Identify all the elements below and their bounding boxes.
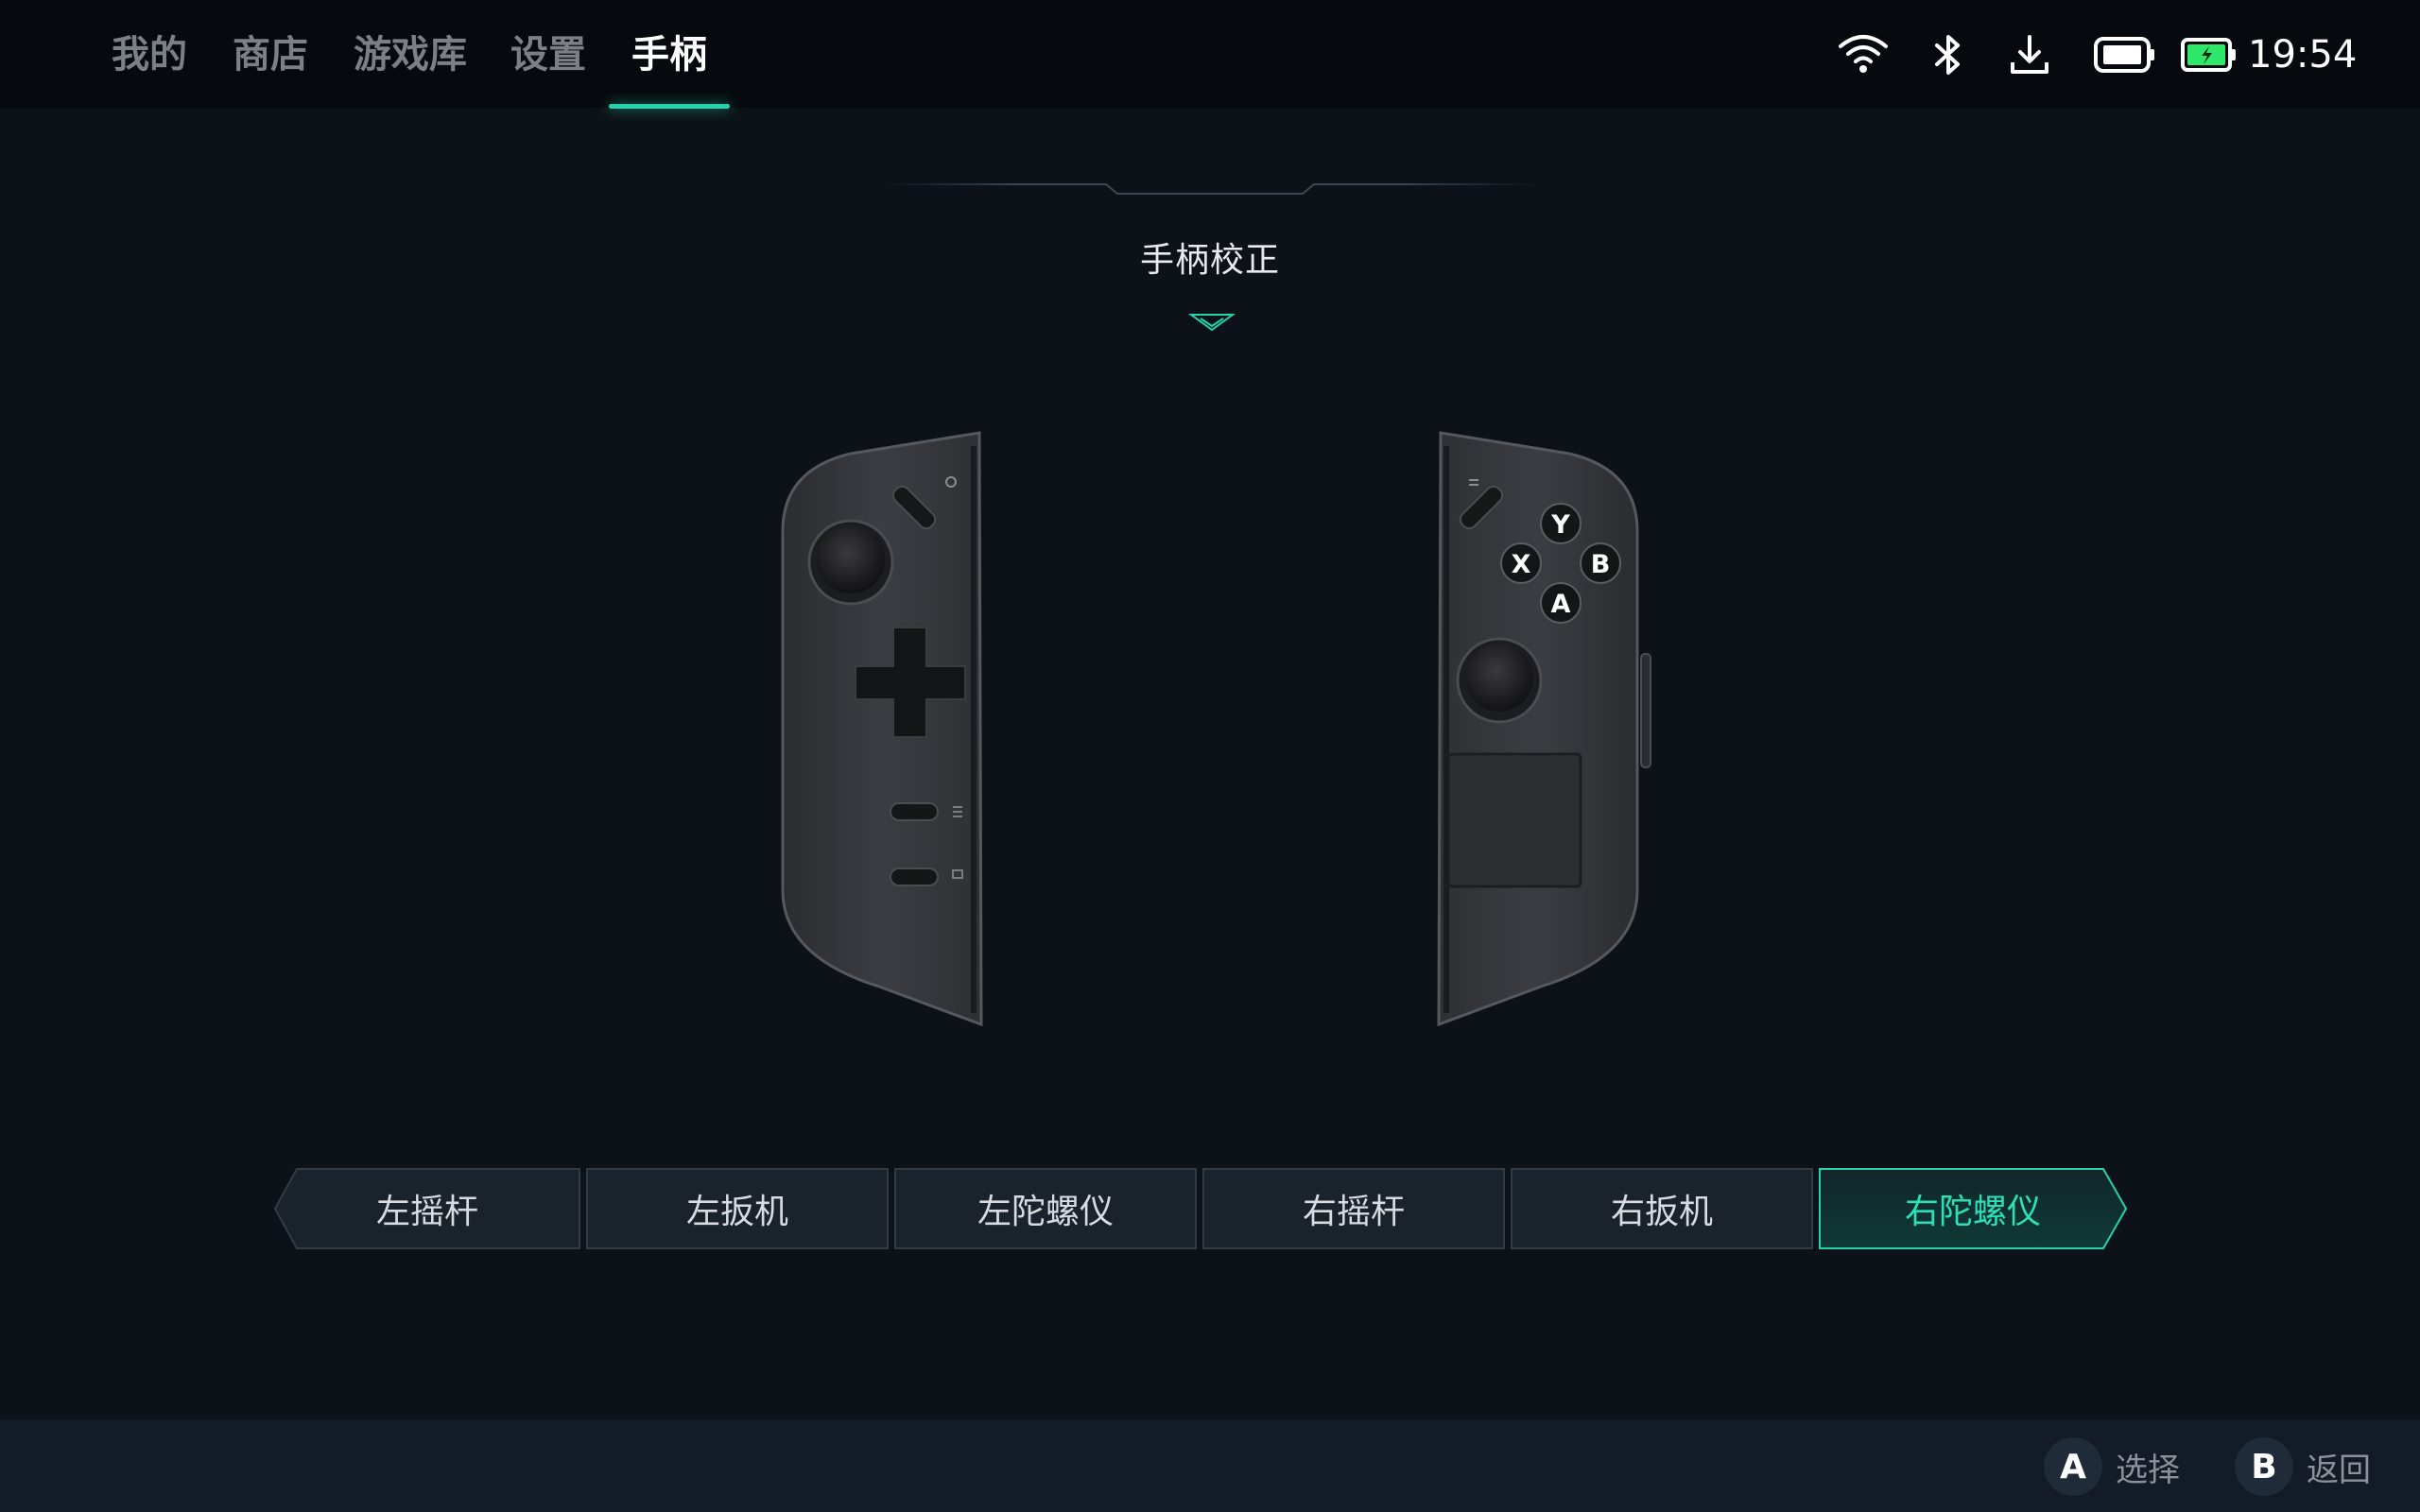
tab-library[interactable]: 游戏库 xyxy=(354,26,467,83)
download-icon xyxy=(2011,35,2048,74)
hint-label: 选择 xyxy=(2116,1451,2180,1489)
wifi-icon xyxy=(1839,35,1888,73)
bluetooth-icon xyxy=(1935,35,1960,75)
tab-mine[interactable]: 我的 xyxy=(112,26,187,83)
tab-controller[interactable]: 手柄 xyxy=(631,26,707,83)
y-button-label: Y xyxy=(1550,510,1570,540)
a-key-icon: A xyxy=(2044,1437,2102,1496)
option-label: 右扳机 xyxy=(1610,1193,1713,1231)
page-title: 手柄校正 xyxy=(1139,241,1280,280)
menu-button xyxy=(890,802,939,821)
option-label: 左摇杆 xyxy=(375,1193,478,1231)
tab-store[interactable]: 商店 xyxy=(233,26,308,83)
left-controller xyxy=(781,431,983,1027)
active-tab-indicator xyxy=(609,104,730,109)
touchpad xyxy=(1446,752,1582,888)
calibration-options: 左摇杆 左扳机 左陀螺仪 右摇杆 右扳机 右陀螺仪 xyxy=(274,1168,2127,1249)
hint-back[interactable]: B 返回 xyxy=(2235,1437,2371,1496)
option-label: 左扳机 xyxy=(685,1193,788,1231)
option-left-trigger[interactable]: 左扳机 xyxy=(586,1168,889,1249)
b-key-icon: B xyxy=(2235,1437,2293,1496)
option-label: 左陀螺仪 xyxy=(977,1193,1114,1231)
right-controller: Y X B A xyxy=(1437,431,1651,1027)
option-right-trigger[interactable]: 右扳机 xyxy=(1511,1168,1813,1249)
clock: 19:54 xyxy=(2248,33,2358,77)
option-label: 右陀螺仪 xyxy=(1904,1193,2041,1231)
option-right-stick[interactable]: 右摇杆 xyxy=(1202,1168,1505,1249)
device-battery-icon xyxy=(2094,37,2154,73)
option-right-gyro[interactable]: 右陀螺仪 xyxy=(1819,1168,2127,1249)
a-button-label: A xyxy=(1551,590,1571,619)
view-button xyxy=(890,868,939,886)
tab-settings[interactable]: 设置 xyxy=(510,26,586,83)
bottom-hint-bar: A 选择 B 返回 xyxy=(0,1419,2420,1512)
hint-label: 返回 xyxy=(2307,1451,2371,1489)
b-button-label: B xyxy=(1591,550,1611,579)
top-bar: 我的 商店 游戏库 设置 手柄 19:54 xyxy=(0,0,2420,109)
option-left-gyro[interactable]: 左陀螺仪 xyxy=(894,1168,1197,1249)
option-left-stick[interactable]: 左摇杆 xyxy=(274,1168,580,1249)
battery-charging-icon xyxy=(2181,38,2236,72)
x-button-label: X xyxy=(1512,550,1531,579)
option-label: 右摇杆 xyxy=(1302,1193,1405,1231)
hint-select[interactable]: A 选择 xyxy=(2044,1437,2180,1496)
